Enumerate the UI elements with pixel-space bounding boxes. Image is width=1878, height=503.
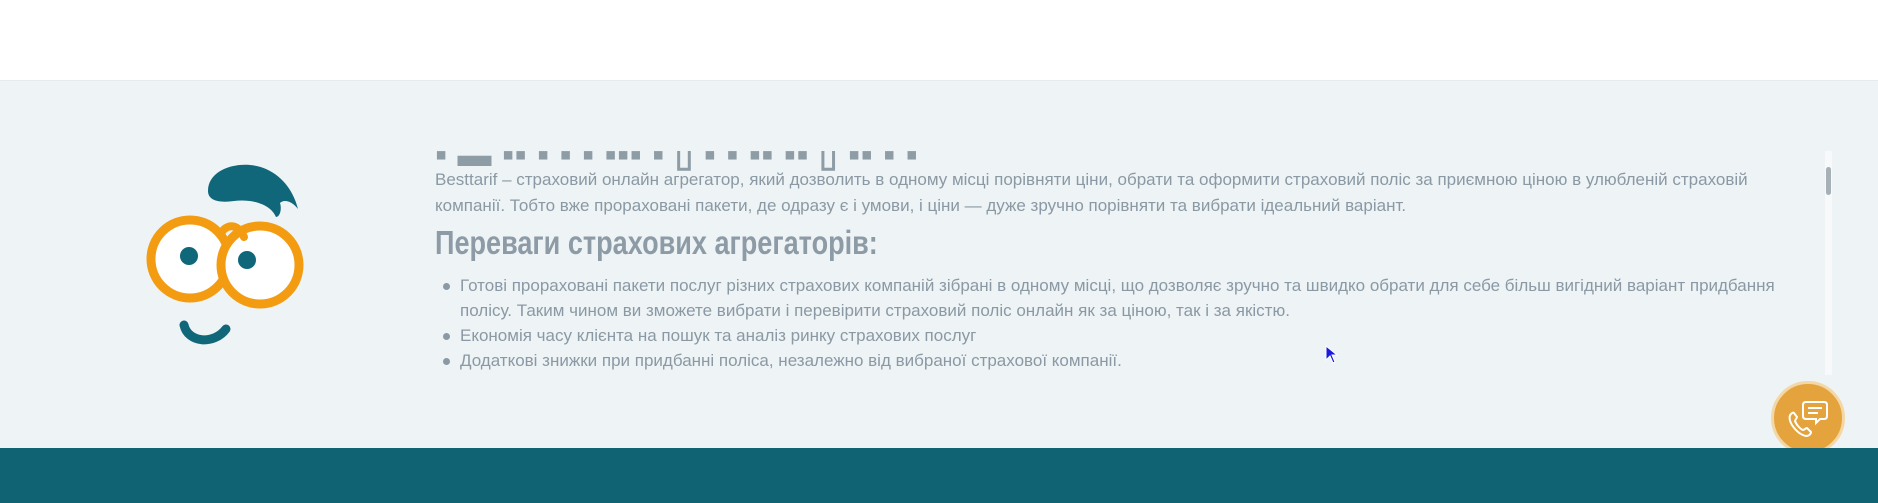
mouse-pointer-icon bbox=[1325, 344, 1339, 365]
list-item: Додаткові знижки при придбанні поліса, н… bbox=[443, 348, 1800, 373]
header-blank-area bbox=[0, 0, 1878, 81]
intro-paragraph: Besttarif – страховий онлайн агрегатор, … bbox=[435, 170, 1748, 215]
seo-text-scroll-area[interactable]: ▪ ▬ ▪▪ ▪ ▪ ▪ ▪▪▪ ▪ ▯ ▪ ▪ ▪▪ ▪▪ ▯ ▪▪ ▪ ▪ … bbox=[435, 151, 1825, 375]
phone-chat-icon bbox=[1788, 401, 1828, 438]
list-item: Готові прораховані пакети послуг різних … bbox=[443, 273, 1800, 323]
list-item-clipped bbox=[460, 373, 1800, 375]
text-scrollbar-thumb[interactable] bbox=[1826, 167, 1831, 195]
footer-band bbox=[0, 448, 1878, 503]
callback-button[interactable] bbox=[1771, 381, 1845, 455]
mascot-logo-icon bbox=[134, 159, 312, 355]
seo-text-section: ▪ ▬ ▪▪ ▪ ▪ ▪ ▪▪▪ ▪ ▯ ▪ ▪ ▪▪ ▪▪ ▯ ▪▪ ▪ ▪ … bbox=[0, 81, 1878, 455]
benefits-heading: Переваги страхових агрегаторів: bbox=[435, 224, 878, 261]
benefits-list: Готові прораховані пакети послуг різних … bbox=[443, 273, 1800, 375]
list-item: Економія часу клієнта на пошук та аналіз… bbox=[443, 323, 1800, 348]
